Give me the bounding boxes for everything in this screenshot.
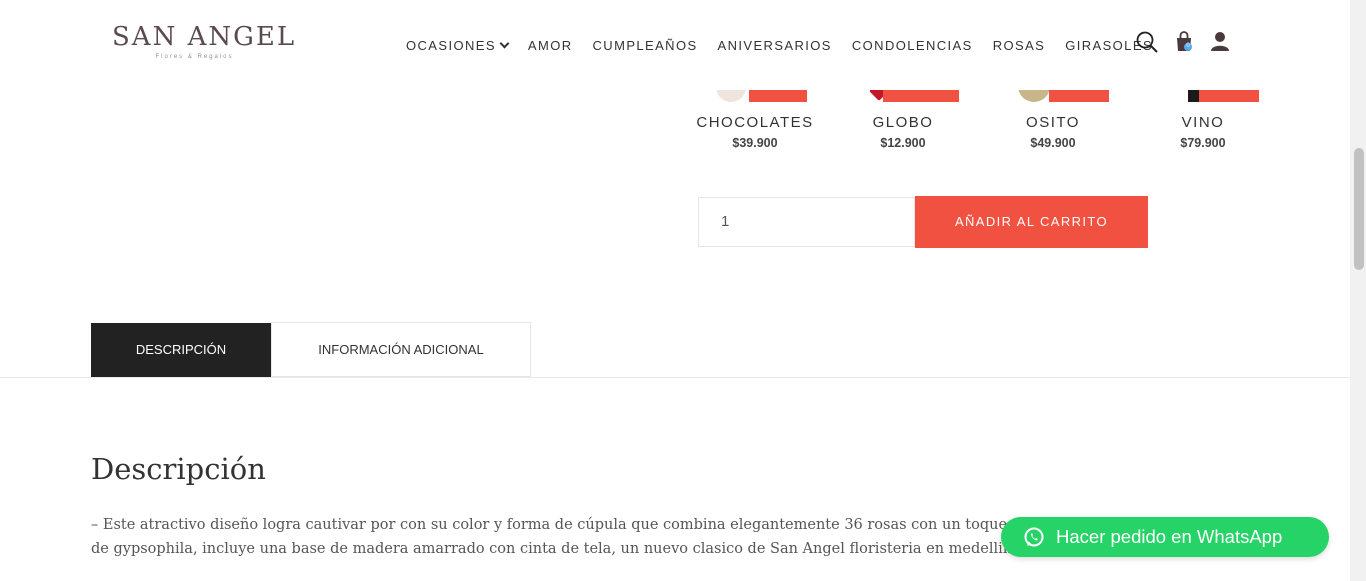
- product-price: $79.900: [1180, 136, 1226, 150]
- product-name: GLOBO: [872, 114, 934, 131]
- search-icon[interactable]: [1135, 30, 1159, 54]
- nav-item-label: OCASIONES: [406, 38, 496, 53]
- tabs-divider: [0, 377, 1350, 378]
- product-price: $12.900: [880, 136, 926, 150]
- whatsapp-label: Hacer pedido en WhatsApp: [1056, 526, 1283, 547]
- quantity-input[interactable]: 1: [698, 197, 915, 247]
- cart-count-badge: 0: [1186, 43, 1190, 49]
- site-header: SAN ANGEL Flores & Regalos OCASIONES AMO…: [0, 0, 1350, 90]
- product-price: $49.900: [1030, 136, 1076, 150]
- brand-name: SAN ANGEL: [112, 22, 297, 52]
- description-heading: Descripción: [91, 452, 266, 486]
- main-nav: OCASIONES AMOR CUMPLEAÑOS ANIVERSARIOS C…: [406, 38, 1173, 53]
- product-name: CHOCOLATES: [696, 114, 814, 131]
- description-text: – Este atractivo diseño logra cautivar p…: [91, 517, 1013, 557]
- nav-item-aniversarios[interactable]: ANIVERSARIOS: [718, 38, 832, 53]
- nav-item-condolencias[interactable]: CONDOLENCIAS: [852, 38, 973, 53]
- tab-additional-info[interactable]: INFORMACIÓN ADICIONAL: [271, 322, 531, 377]
- brand-tagline: Flores & Regalos: [155, 54, 234, 60]
- brand-logo[interactable]: SAN ANGEL Flores & Regalos: [112, 22, 297, 68]
- whatsapp-order-button[interactable]: Hacer pedido en WhatsApp: [1001, 517, 1329, 557]
- nav-item-amor[interactable]: AMOR: [528, 38, 573, 53]
- nav-item-ocasiones[interactable]: OCASIONES: [406, 38, 510, 53]
- whatsapp-icon: [1023, 526, 1045, 548]
- product-name: OSITO: [1026, 114, 1080, 131]
- page-scrollbar[interactable]: [1350, 0, 1366, 581]
- chevron-down-icon: [499, 38, 510, 49]
- nav-item-rosas[interactable]: ROSAS: [993, 38, 1046, 53]
- product-name: VINO: [1181, 114, 1225, 131]
- cart-icon[interactable]: 0: [1174, 30, 1198, 54]
- tab-description[interactable]: DESCRIPCIÓN: [91, 323, 271, 377]
- nav-item-cumpleanos[interactable]: CUMPLEAÑOS: [593, 38, 698, 53]
- scrollbar-thumb[interactable]: [1354, 148, 1364, 270]
- user-account-icon[interactable]: [1209, 30, 1233, 54]
- product-price: $39.900: [732, 136, 778, 150]
- add-to-cart-button[interactable]: AÑADIR AL CARRITO: [915, 196, 1148, 248]
